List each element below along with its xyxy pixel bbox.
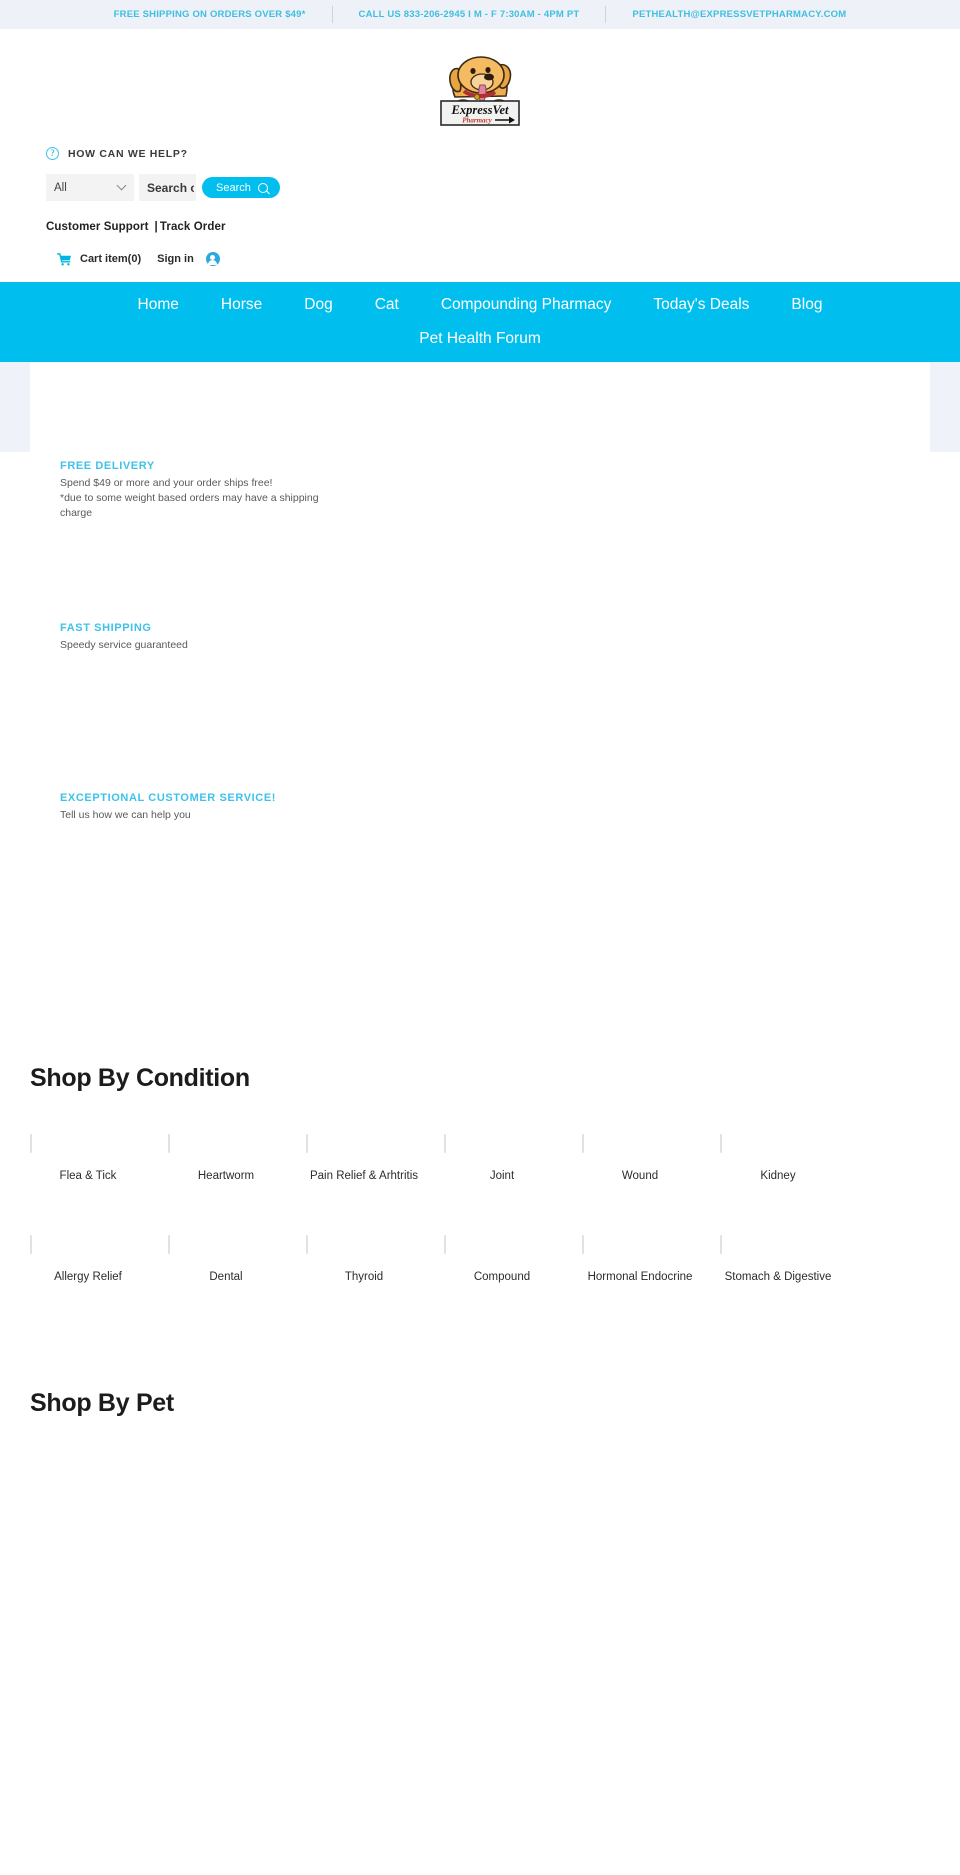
condition-tile-image (582, 1134, 584, 1153)
search-category-select[interactable]: All (46, 174, 134, 201)
magnifier-icon (257, 182, 268, 193)
utility-area: ? HOW CAN WE HELP? All Search Customer S… (0, 133, 960, 266)
value-prop-customer-service: EXCEPTIONAL CUSTOMER SERVICE! Tell us ho… (60, 792, 960, 962)
search-button[interactable]: Search (202, 177, 280, 198)
shop-by-pet-title: Shop By Pet (30, 1389, 174, 1417)
condition-tile-stomach-digestive[interactable]: Stomach & Digestive (720, 1235, 836, 1287)
shopping-cart-icon[interactable] (57, 252, 72, 266)
value-prop-free-delivery: FREE DELIVERY Spend $49 or more and your… (60, 452, 960, 622)
cart-and-account-row: Cart item(0) Sign in (46, 252, 960, 266)
nav-item-horse[interactable]: Horse (200, 296, 283, 314)
search-bar: All Search (46, 174, 960, 201)
condition-tile-image (582, 1235, 584, 1254)
condition-tile-label: Dental (209, 1271, 243, 1283)
nav-item-blog[interactable]: Blog (770, 296, 843, 314)
value-prop-fast-shipping: FAST SHIPPING Speedy service guaranteed (60, 622, 960, 792)
search-input[interactable] (139, 174, 196, 201)
condition-tile-joint[interactable]: Joint (444, 1134, 560, 1186)
nav-item-cat[interactable]: Cat (354, 296, 420, 314)
condition-tile-allergy-relief[interactable]: Allergy Relief (30, 1235, 146, 1287)
expressvet-logo[interactable]: ExpressVet Pharmacy (437, 39, 523, 127)
condition-tile-dental[interactable]: Dental (168, 1235, 284, 1287)
user-avatar-icon[interactable] (205, 252, 220, 266)
condition-tile-hormonal-endocrine[interactable]: Hormonal Endocrine (582, 1235, 698, 1287)
condition-tile-image (168, 1235, 170, 1254)
shop-by-condition-section: Shop By Condition Flea & Tick Heartworm … (0, 1064, 960, 1287)
condition-tile-image (720, 1134, 722, 1153)
nav-item-dog[interactable]: Dog (283, 296, 353, 314)
how-can-we-help-label: HOW CAN WE HELP? (68, 147, 188, 160)
value-prop-title: EXCEPTIONAL CUSTOMER SERVICE! (60, 792, 277, 804)
condition-tile-label: Kidney (760, 1170, 796, 1182)
nav-item-home[interactable]: Home (117, 296, 200, 314)
value-prop-line-1: Speedy service guaranteed (60, 639, 188, 651)
condition-tile-kidney[interactable]: Kidney (720, 1134, 836, 1186)
condition-tile-image (30, 1134, 32, 1153)
value-props-section: FREE DELIVERY Spend $49 or more and your… (0, 452, 960, 962)
condition-tile-image (720, 1235, 722, 1254)
condition-tile-thyroid[interactable]: Thyroid (306, 1235, 422, 1287)
condition-tile-label: Flea & Tick (59, 1170, 117, 1182)
value-prop-title: FREE DELIVERY (60, 460, 155, 472)
links-divider: | (154, 221, 158, 233)
condition-tile-pain-relief-arthritis[interactable]: Pain Relief & Arhtritis (306, 1134, 422, 1186)
shop-by-condition-grid-row-2: Allergy Relief Dental Thyroid Compound H… (30, 1235, 930, 1287)
svg-text:Pharmacy: Pharmacy (462, 117, 492, 125)
condition-tile-image (444, 1235, 446, 1254)
cart-item-count-label[interactable]: Cart item(0) (80, 253, 141, 265)
condition-tile-label: Compound (473, 1271, 531, 1283)
main-navigation: Home Horse Dog Cat Compounding Pharmacy … (0, 282, 960, 362)
nav-item-compounding-pharmacy[interactable]: Compounding Pharmacy (420, 296, 633, 314)
hero-banner-image[interactable] (30, 362, 930, 452)
condition-tile-label: Joint (489, 1170, 515, 1182)
condition-tile-compound[interactable]: Compound (444, 1235, 560, 1287)
search-button-label: Search (216, 181, 251, 194)
shop-by-condition-title: Shop By Condition (30, 1064, 250, 1092)
announcement-email: PETHEALTH@EXPRESSVETPHARMACY.COM (632, 9, 847, 20)
announcement-bar: FREE SHIPPING ON ORDERS OVER $49* CALL U… (0, 0, 960, 29)
condition-tile-label: Stomach & Digestive (724, 1271, 832, 1283)
announcement-phone: CALL US 833-206-2945 I M - F 7:30AM - 4P… (358, 9, 580, 20)
shop-by-condition-grid-row-1: Flea & Tick Heartworm Pain Relief & Arht… (30, 1134, 930, 1186)
condition-tile-label: Hormonal Endocrine (587, 1271, 693, 1283)
condition-tile-wound[interactable]: Wound (582, 1134, 698, 1186)
hero-banner[interactable] (0, 362, 960, 452)
site-logo-container[interactable]: ExpressVet Pharmacy (0, 29, 960, 133)
value-prop-line-1: Spend $49 or more and your order ships f… (60, 477, 273, 489)
condition-tile-image (306, 1134, 308, 1153)
condition-tile-heartworm[interactable]: Heartworm (168, 1134, 284, 1186)
question-mark-circle-icon: ? (46, 147, 59, 160)
track-order-link[interactable]: Track Order (160, 221, 226, 233)
search-category-shell[interactable]: All (46, 174, 134, 201)
condition-tile-image (444, 1134, 446, 1153)
nav-item-todays-deals[interactable]: Today's Deals (632, 296, 770, 314)
value-prop-title: FAST SHIPPING (60, 622, 152, 634)
condition-tile-image (306, 1235, 308, 1254)
condition-tile-flea-and-tick[interactable]: Flea & Tick (30, 1134, 146, 1186)
how-can-we-help-row: ? HOW CAN WE HELP? (46, 147, 960, 160)
condition-tile-image (168, 1134, 170, 1153)
announcement-free-shipping: FREE SHIPPING ON ORDERS OVER $49* (113, 9, 306, 20)
condition-tile-label: Heartworm (197, 1170, 255, 1182)
shop-by-pet-section: Shop By Pet (0, 1389, 960, 1418)
condition-tile-label: Thyroid (344, 1271, 384, 1283)
condition-tile-image (30, 1235, 32, 1254)
value-prop-line-1: Tell us how we can help you (60, 809, 191, 821)
nav-item-pet-health-forum[interactable]: Pet Health Forum (398, 330, 561, 348)
condition-tile-label: Pain Relief & Arhtritis (309, 1170, 418, 1182)
condition-tile-label: Wound (621, 1170, 659, 1182)
logo-artwork: ExpressVet Pharmacy (440, 56, 520, 126)
nav-row-primary: Home Horse Dog Cat Compounding Pharmacy … (0, 296, 960, 314)
customer-support-link[interactable]: Customer Support (46, 221, 149, 233)
value-prop-line-2: *due to some weight based orders may hav… (60, 492, 319, 519)
nav-row-secondary: Pet Health Forum (0, 330, 960, 348)
condition-tile-label: Allergy Relief (54, 1271, 122, 1283)
svg-text:ExpressVet: ExpressVet (451, 103, 509, 117)
sign-in-link[interactable]: Sign in (157, 253, 194, 265)
support-links-row: Customer Support | Track Order (46, 221, 960, 233)
